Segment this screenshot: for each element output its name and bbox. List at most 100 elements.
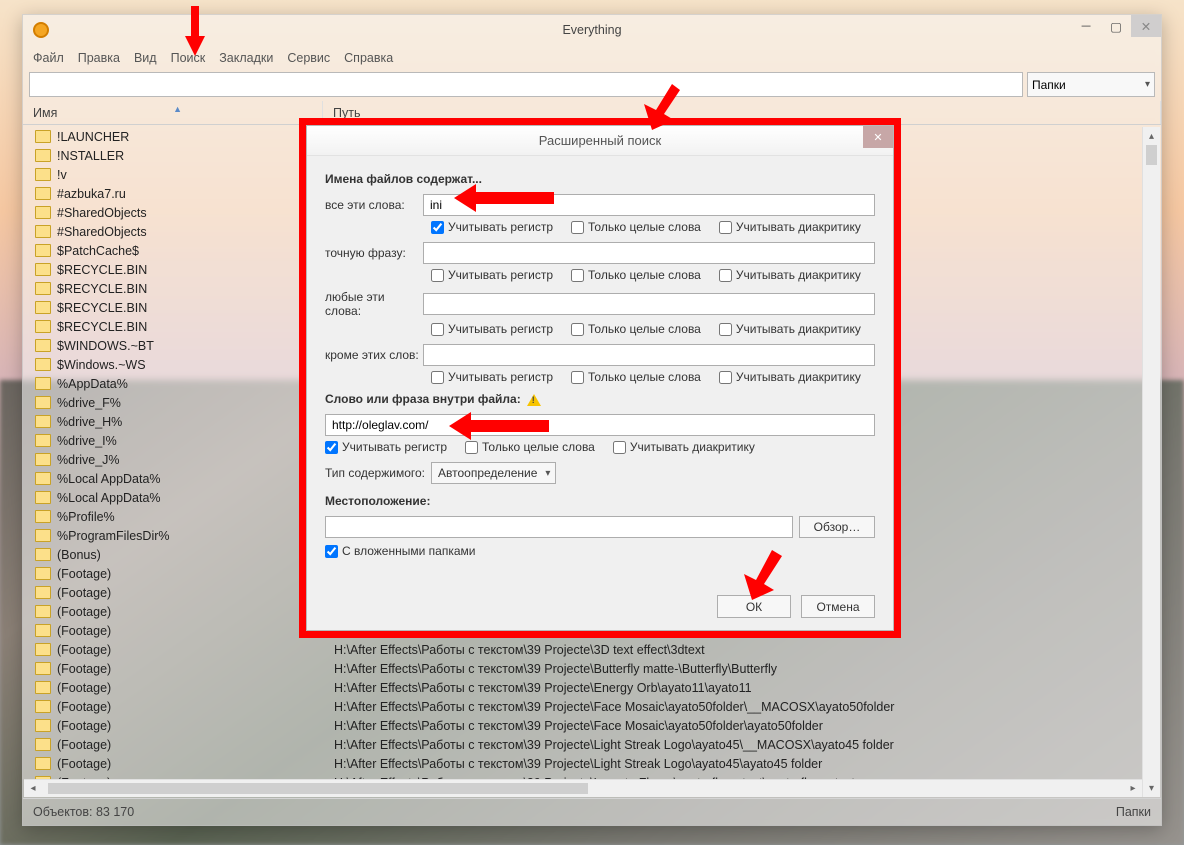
wholewords-checkbox-4[interactable]: Только целые слова <box>571 370 701 384</box>
item-name: $WINDOWS.~BT <box>57 339 329 353</box>
search-input[interactable] <box>29 72 1023 97</box>
folder-icon <box>35 225 51 238</box>
all-words-label: все эти слова: <box>325 198 423 212</box>
item-name: !LAUNCHER <box>57 130 329 144</box>
scrollbar-vertical[interactable]: ▴ ▾ <box>1142 127 1160 797</box>
menu-help[interactable]: Справка <box>344 51 393 65</box>
item-name: %AppData% <box>57 377 329 391</box>
folder-icon <box>35 453 51 466</box>
scroll-up-icon[interactable]: ▴ <box>1143 127 1160 145</box>
close-button[interactable]: ✕ <box>1131 15 1161 37</box>
wholewords-checkbox-3[interactable]: Только целые слова <box>571 322 701 336</box>
list-item[interactable]: (Footage)H:\After Effects\Работы с текст… <box>23 735 1161 754</box>
maximize-button[interactable]: ▢ <box>1101 15 1131 37</box>
item-name: (Footage) <box>57 700 329 714</box>
item-path: H:\After Effects\Работы с текстом\39 Pro… <box>329 643 1161 657</box>
item-name: %drive_J% <box>57 453 329 467</box>
item-name: $RECYCLE.BIN <box>57 282 329 296</box>
folder-icon <box>35 415 51 428</box>
cancel-button[interactable]: Отмена <box>801 595 875 618</box>
folder-icon <box>35 358 51 371</box>
browse-button[interactable]: Обзор… <box>799 516 875 538</box>
group-filenames-label: Имена файлов содержат... <box>325 172 875 186</box>
folder-icon <box>35 605 51 618</box>
any-words-input[interactable] <box>423 293 875 315</box>
ok-button[interactable]: ОК <box>717 595 791 618</box>
titlebar: Everything ─ ▢ ✕ <box>23 15 1161 45</box>
menubar: Файл Правка Вид Поиск Закладки Сервис Сп… <box>23 45 1161 71</box>
list-item[interactable]: (Footage)H:\After Effects\Работы с текст… <box>23 659 1161 678</box>
none-words-input[interactable] <box>423 344 875 366</box>
item-name: #azbuka7.ru <box>57 187 329 201</box>
item-name: $PatchCache$ <box>57 244 329 258</box>
content-input[interactable] <box>325 414 875 436</box>
content-type-label: Тип содержимого: <box>325 466 425 480</box>
scrollbar-horizontal[interactable]: ◂ ▸ <box>24 779 1142 797</box>
folder-icon <box>35 377 51 390</box>
folder-icon <box>35 624 51 637</box>
menu-search[interactable]: Поиск <box>171 51 206 65</box>
all-words-input[interactable] <box>423 194 875 216</box>
folder-icon <box>35 130 51 143</box>
menu-tools[interactable]: Сервис <box>287 51 330 65</box>
warning-icon <box>527 394 541 406</box>
item-name: %Local AppData% <box>57 472 329 486</box>
diacritics-checkbox-2[interactable]: Учитывать диакритику <box>719 268 861 282</box>
item-name: !v <box>57 168 329 182</box>
folder-icon <box>35 662 51 675</box>
scroll-left-icon[interactable]: ◂ <box>24 780 42 797</box>
filter-select[interactable]: Папки <box>1027 72 1155 97</box>
list-item[interactable]: (Footage)H:\After Effects\Работы с текст… <box>23 754 1161 773</box>
folder-icon <box>35 586 51 599</box>
item-path: H:\After Effects\Работы с текстом\39 Pro… <box>329 681 1161 695</box>
content-diacritics-checkbox[interactable]: Учитывать диакритику <box>613 440 755 454</box>
item-name: $RECYCLE.BIN <box>57 263 329 277</box>
menu-file[interactable]: Файл <box>33 51 64 65</box>
folder-icon <box>35 149 51 162</box>
folder-icon <box>35 548 51 561</box>
menu-edit[interactable]: Правка <box>78 51 120 65</box>
wholewords-checkbox-2[interactable]: Только целые слова <box>571 268 701 282</box>
folder-icon <box>35 434 51 447</box>
content-type-select[interactable]: Автоопределение <box>431 462 556 484</box>
folder-icon <box>35 244 51 257</box>
case-checkbox-4[interactable]: Учитывать регистр <box>431 370 553 384</box>
folder-icon <box>35 206 51 219</box>
dialog-close-button[interactable]: ✕ <box>863 126 893 148</box>
scrollbar-thumb-h[interactable] <box>48 783 588 794</box>
case-checkbox-3[interactable]: Учитывать регистр <box>431 322 553 336</box>
diacritics-checkbox-4[interactable]: Учитывать диакритику <box>719 370 861 384</box>
content-case-checkbox[interactable]: Учитывать регистр <box>325 440 447 454</box>
item-name: (Footage) <box>57 681 329 695</box>
status-filter: Папки <box>1116 805 1151 819</box>
window-buttons: ─ ▢ ✕ <box>1071 15 1161 37</box>
location-input[interactable] <box>325 516 793 538</box>
item-path: H:\After Effects\Работы с текстом\39 Pro… <box>329 757 1161 771</box>
list-item[interactable]: (Footage)H:\After Effects\Работы с текст… <box>23 678 1161 697</box>
content-wholewords-checkbox[interactable]: Только целые слова <box>465 440 595 454</box>
subfolders-checkbox[interactable]: С вложенными папками <box>325 544 475 558</box>
list-item[interactable]: (Footage)H:\After Effects\Работы с текст… <box>23 697 1161 716</box>
wholewords-checkbox-1[interactable]: Только целые слова <box>571 220 701 234</box>
list-item[interactable]: (Footage)H:\After Effects\Работы с текст… <box>23 640 1161 659</box>
scroll-right-icon[interactable]: ▸ <box>1124 780 1142 797</box>
list-item[interactable]: (Footage)H:\After Effects\Работы с текст… <box>23 716 1161 735</box>
minimize-button[interactable]: ─ <box>1071 15 1101 37</box>
diacritics-checkbox-1[interactable]: Учитывать диакритику <box>719 220 861 234</box>
scroll-down-icon[interactable]: ▾ <box>1143 779 1160 797</box>
case-checkbox-1[interactable]: Учитывать регистр <box>431 220 553 234</box>
diacritics-checkbox-3[interactable]: Учитывать диакритику <box>719 322 861 336</box>
menu-bookmarks[interactable]: Закладки <box>219 51 273 65</box>
scrollbar-thumb[interactable] <box>1146 145 1157 165</box>
folder-icon <box>35 282 51 295</box>
item-name: (Footage) <box>57 757 329 771</box>
exact-phrase-label: точную фразу: <box>325 246 423 260</box>
item-path: H:\After Effects\Работы с текстом\39 Pro… <box>329 738 1161 752</box>
folder-icon <box>35 510 51 523</box>
folder-icon <box>35 700 51 713</box>
exact-phrase-input[interactable] <box>423 242 875 264</box>
item-name: #SharedObjects <box>57 225 329 239</box>
menu-view[interactable]: Вид <box>134 51 157 65</box>
case-checkbox-2[interactable]: Учитывать регистр <box>431 268 553 282</box>
column-name[interactable]: Имя ▲ <box>23 101 323 124</box>
